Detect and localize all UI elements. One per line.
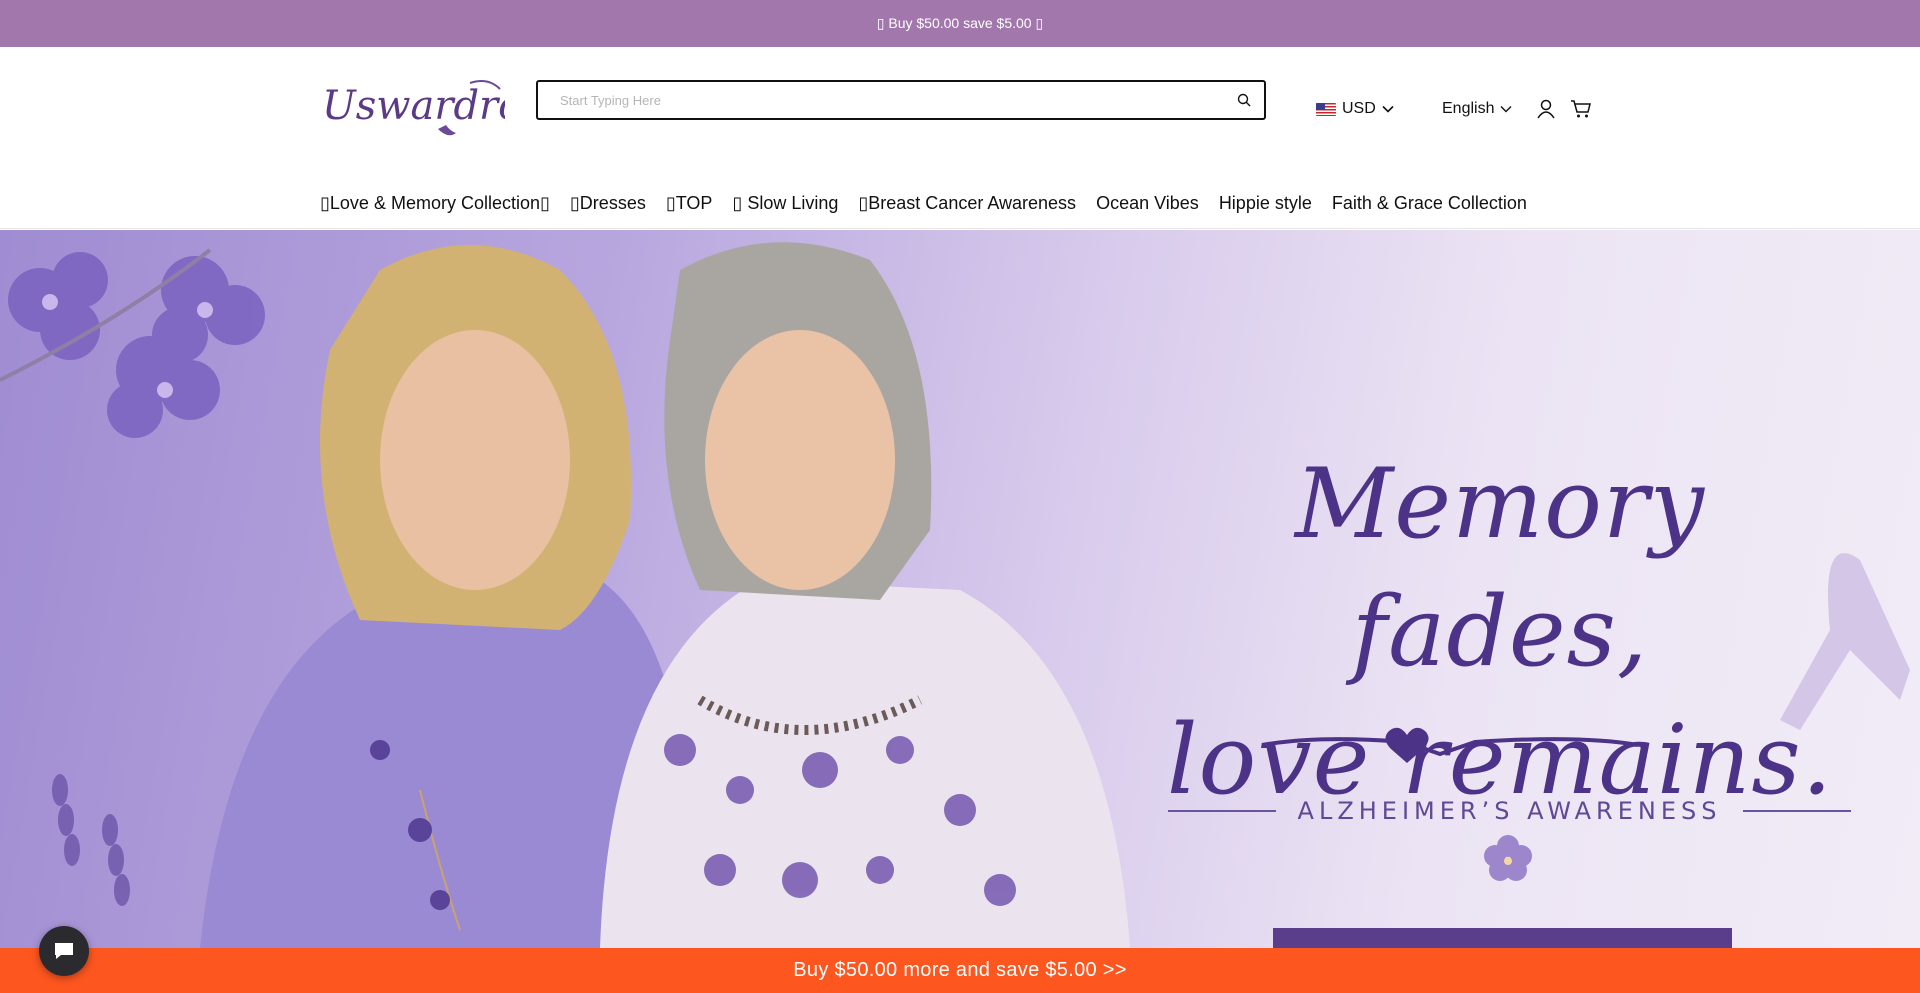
search-bar [536,80,1266,120]
nav-item-dresses[interactable]: ▯Dresses [570,193,646,214]
search-icon [1237,93,1251,107]
search-input[interactable] [538,82,1224,118]
hero-subline-text: ALZHEIMER’S AWARENESS [1297,797,1722,825]
hero-banner[interactable]: Memory fades, love remains. ALZHEIMER’S … [0,230,1920,948]
cart-button[interactable] [1570,98,1592,120]
language-selector[interactable]: English [1442,100,1512,118]
currency-label: USD [1342,100,1376,117]
divider [1168,810,1276,812]
site-logo[interactable]: Uswardrobe [320,71,572,143]
main-nav: ▯Love & Memory Collection▯ ▯Dresses ▯TOP… [320,193,1527,214]
language-label: English [1442,100,1495,117]
announcement-bar: ▯ Buy $50.00 save $5.00 ▯ [0,0,1920,47]
nav-item-love-memory[interactable]: ▯Love & Memory Collection▯ [320,193,550,214]
us-flag-icon [1316,102,1336,116]
nav-item-slow-living[interactable]: ▯ Slow Living [732,193,838,214]
chevron-down-icon [1500,106,1512,113]
hero-cta-button[interactable] [1273,928,1732,948]
chat-icon [55,943,73,959]
divider [1743,810,1851,812]
chat-button[interactable] [39,926,89,976]
account-button[interactable] [1535,98,1557,120]
announcement-text: ▯ Buy $50.00 save $5.00 ▯ [876,15,1044,31]
site-header: Uswardrobe USD [0,47,1920,229]
hero-subline: ALZHEIMER’S AWARENESS [1168,797,1851,825]
nav-item-ocean-vibes[interactable]: Ocean Vibes [1096,193,1199,214]
logo-wordmark: Uswardrobe [322,80,572,136]
currency-selector[interactable]: USD [1316,100,1394,118]
nav-item-faith-grace[interactable]: Faith & Grace Collection [1332,193,1527,214]
chevron-down-icon [1382,105,1394,113]
svg-text:Uswardrobe: Uswardrobe [322,83,505,129]
search-button[interactable] [1224,82,1264,118]
nav-item-breast-cancer[interactable]: ▯Breast Cancer Awareness [858,193,1076,214]
hero-headline: Memory fades, love remains. [1150,440,1850,824]
nav-item-hippie-style[interactable]: Hippie style [1219,193,1312,214]
hero-headline-line1: Memory fades, [1294,448,1706,688]
user-icon [1537,99,1555,119]
cart-icon [1571,100,1591,118]
promo-text: Buy $50.00 more and save $5.00 >> [793,959,1127,981]
promo-bar[interactable]: Buy $50.00 more and save $5.00 >> [0,948,1920,993]
nav-item-top[interactable]: ▯TOP [666,193,713,214]
